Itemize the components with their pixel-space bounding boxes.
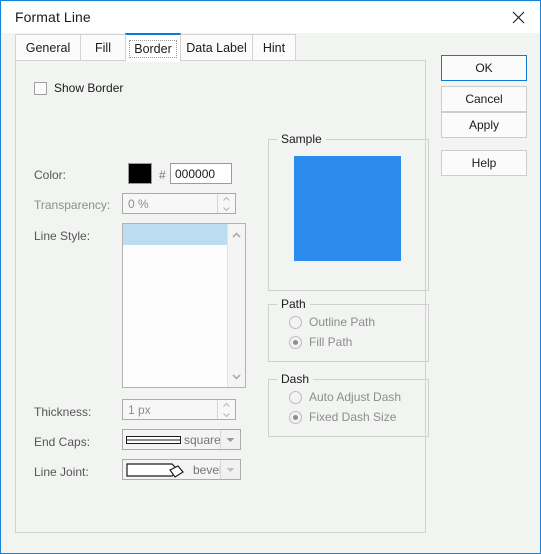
- end-caps-combobox[interactable]: square: [122, 429, 241, 450]
- radio-outline-path-label: Outline Path: [309, 315, 376, 329]
- transparency-value: 0 %: [128, 197, 149, 211]
- color-label: Color:: [34, 168, 67, 182]
- dash-groupbox: Dash Auto Adjust Dash Fixed Dash Size: [268, 372, 429, 437]
- show-border-checkbox[interactable]: Show Border: [34, 81, 123, 95]
- radio-circle-icon: [289, 390, 302, 404]
- ok-button[interactable]: OK: [441, 55, 527, 81]
- radio-circle-selected-icon: [289, 335, 302, 349]
- tab-data-label-label: Data Label: [186, 41, 247, 55]
- line-style-list-item-selected[interactable]: [123, 224, 229, 245]
- square-cap-preview-icon: [126, 433, 182, 447]
- spin-down-icon[interactable]: [218, 410, 235, 419]
- dash-groupbox-title: Dash: [277, 372, 314, 386]
- color-hex-input[interactable]: [170, 163, 232, 184]
- tab-hint-label: Hint: [262, 41, 286, 55]
- title-bar: Format Line: [2, 2, 540, 33]
- radio-circle-selected-icon: [289, 410, 302, 424]
- apply-button[interactable]: Apply: [441, 112, 527, 138]
- line-style-label: Line Style:: [34, 229, 91, 243]
- line-joint-combobox[interactable]: bevel: [122, 459, 241, 480]
- tab-data-label[interactable]: Data Label: [180, 34, 253, 61]
- format-line-dialog: Format Line General Fill Border Data Lab…: [0, 0, 541, 554]
- path-groupbox-title: Path: [277, 297, 310, 311]
- line-joint-value: bevel: [193, 463, 222, 477]
- radio-outline-path[interactable]: Outline Path: [289, 315, 375, 329]
- sample-groupbox: Sample: [268, 132, 429, 291]
- radio-fill-path[interactable]: Fill Path: [289, 335, 352, 349]
- transparency-stepper[interactable]: 0 %: [122, 193, 236, 214]
- scroll-down-icon[interactable]: [228, 368, 245, 385]
- radio-circle-icon: [289, 315, 302, 329]
- tab-border[interactable]: Border: [125, 33, 181, 62]
- sample-preview: [294, 156, 401, 261]
- radio-fill-path-label: Fill Path: [309, 335, 353, 349]
- spin-up-icon[interactable]: [218, 400, 235, 409]
- spin-up-icon[interactable]: [218, 194, 235, 203]
- tab-hint[interactable]: Hint: [252, 34, 296, 61]
- tab-general[interactable]: General: [15, 34, 81, 61]
- radio-fixed-dash-size-label: Fixed Dash Size: [309, 410, 397, 424]
- ok-button-label: OK: [475, 61, 493, 75]
- chevron-down-icon[interactable]: [220, 430, 240, 449]
- hash-symbol-label: #: [159, 168, 166, 182]
- path-groupbox: Path Outline Path Fill Path: [268, 297, 429, 362]
- transparency-label: Transparency:: [34, 198, 111, 212]
- scroll-up-icon[interactable]: [228, 226, 245, 243]
- border-tab-panel: Show Border Color: # Transparency: 0 % L…: [15, 60, 429, 533]
- chevron-down-icon[interactable]: [220, 460, 240, 479]
- help-button-label: Help: [471, 156, 497, 170]
- end-caps-label: End Caps:: [34, 435, 91, 449]
- tab-fill-label: Fill: [95, 41, 111, 55]
- sample-groupbox-title: Sample: [277, 132, 326, 146]
- cancel-button-label: Cancel: [465, 92, 503, 106]
- line-style-listbox[interactable]: [122, 223, 246, 388]
- radio-auto-adjust-dash[interactable]: Auto Adjust Dash: [289, 390, 401, 404]
- cancel-button[interactable]: Cancel: [441, 86, 527, 112]
- thickness-label: Thickness:: [34, 405, 92, 419]
- apply-button-label: Apply: [468, 118, 500, 132]
- help-button[interactable]: Help: [441, 150, 527, 176]
- checkbox-box-icon: [34, 81, 47, 95]
- color-swatch[interactable]: [128, 163, 152, 184]
- thickness-spin-buttons: [217, 400, 235, 419]
- tab-border-label: Border: [129, 39, 177, 58]
- bevel-joint-preview-icon: [126, 463, 188, 478]
- show-border-label: Show Border: [54, 81, 124, 95]
- window-title: Format Line: [15, 9, 91, 25]
- close-button[interactable]: [496, 2, 540, 33]
- line-joint-label: Line Joint:: [34, 465, 89, 479]
- line-style-scrollbar[interactable]: [227, 224, 245, 387]
- transparency-spin-buttons: [217, 194, 235, 213]
- spin-down-icon[interactable]: [218, 204, 235, 213]
- radio-auto-adjust-dash-label: Auto Adjust Dash: [309, 390, 402, 404]
- tab-general-label: General: [25, 41, 71, 55]
- end-caps-value: square: [184, 433, 221, 447]
- thickness-stepper[interactable]: 1 px: [122, 399, 236, 420]
- thickness-value: 1 px: [128, 403, 151, 417]
- tab-fill[interactable]: Fill: [80, 34, 126, 61]
- radio-fixed-dash-size[interactable]: Fixed Dash Size: [289, 410, 396, 424]
- close-icon: [512, 11, 525, 24]
